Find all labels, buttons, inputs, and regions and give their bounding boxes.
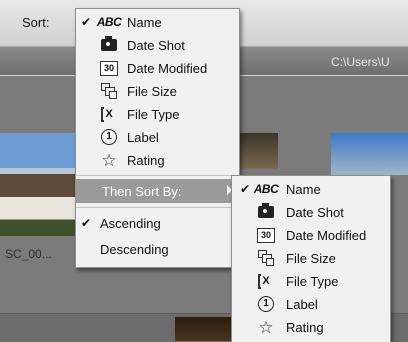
ascending-item[interactable]: ✔ Ascending: [76, 212, 239, 235]
then-sort-by-name-item[interactable]: ✔ ABC Name: [232, 178, 390, 201]
then-sort-by-label-item[interactable]: 1 Label: [232, 293, 390, 316]
calendar-icon: 30: [100, 59, 118, 77]
menu-item-label: Name: [286, 182, 321, 197]
thumbnail-image[interactable]: [238, 133, 278, 169]
calendar-icon: 30: [257, 226, 275, 244]
label-icon: 1: [100, 128, 118, 146]
label-icon: 1: [257, 295, 275, 313]
camera-icon: [100, 36, 118, 54]
file-size-icon: [257, 249, 275, 267]
sort-label[interactable]: Sort:: [22, 15, 49, 30]
file-size-icon: [100, 82, 118, 100]
descending-item[interactable]: Descending: [76, 238, 239, 261]
menu-item-label: Then Sort By:: [102, 184, 182, 199]
thumbnail-filename: SC_00...: [5, 247, 52, 261]
sort-by-rating-item[interactable]: ☆ Rating: [76, 149, 239, 172]
menu-item-label: Date Modified: [286, 228, 367, 243]
menu-item-label: File Size: [127, 84, 177, 99]
menu-item-label: Name: [127, 15, 162, 30]
file-type-icon: X: [257, 272, 275, 290]
then-sort-by-date-modified-item[interactable]: 30 Date Modified: [232, 224, 390, 247]
abc-icon: ABC: [96, 15, 122, 29]
check-icon: ✔: [81, 216, 92, 230]
then-sort-by-date-shot-item[interactable]: Date Shot: [232, 201, 390, 224]
menu-item-label: Rating: [286, 320, 324, 335]
then-sort-by-rating-item[interactable]: ☆ Rating: [232, 316, 390, 339]
then-sort-by-file-type-item[interactable]: X File Type: [232, 270, 390, 293]
path-text[interactable]: C:\Users\U: [331, 55, 390, 69]
thumbnail-image[interactable]: [331, 133, 408, 175]
then-sort-by-submenu: ✔ ABC Name Date Shot 30 Date Modified Fi…: [231, 175, 391, 342]
menu-separator: [76, 175, 239, 176]
then-sort-by-file-size-item[interactable]: File Size: [232, 247, 390, 270]
star-icon: ☆: [101, 150, 117, 170]
menu-item-label: Descending: [100, 242, 169, 257]
menu-separator: [76, 207, 239, 208]
menu-item-label: File Type: [127, 107, 180, 122]
sort-by-date-shot-item[interactable]: Date Shot: [76, 34, 239, 57]
check-icon: ✔: [81, 15, 92, 29]
menu-item-label: File Size: [286, 251, 336, 266]
file-type-icon: X: [100, 105, 118, 123]
camera-icon: [257, 203, 275, 221]
menu-item-label: Label: [127, 130, 159, 145]
thumbnail-image[interactable]: [175, 317, 233, 341]
menu-item-label: Rating: [127, 153, 165, 168]
sort-by-label-item[interactable]: 1 Label: [76, 126, 239, 149]
sort-menu: ✔ ABC Name Date Shot 30 Date Modified Fi…: [75, 8, 240, 268]
check-icon: ✔: [240, 182, 251, 196]
menu-item-label: Ascending: [100, 216, 161, 231]
abc-icon: ABC: [253, 182, 279, 196]
thumbnail-image[interactable]: [0, 133, 76, 236]
star-icon: ☆: [258, 317, 274, 337]
menu-item-label: Date Shot: [286, 205, 344, 220]
menu-item-label: Label: [286, 297, 318, 312]
sort-by-date-modified-item[interactable]: 30 Date Modified: [76, 57, 239, 80]
sort-by-file-type-item[interactable]: X File Type: [76, 103, 239, 126]
sort-by-name-item[interactable]: ✔ ABC Name: [76, 11, 239, 34]
menu-item-label: File Type: [286, 274, 339, 289]
menu-item-label: Date Shot: [127, 38, 185, 53]
then-sort-by-item[interactable]: Then Sort By:: [76, 179, 239, 203]
menu-item-label: Date Modified: [127, 61, 208, 76]
sort-by-file-size-item[interactable]: File Size: [76, 80, 239, 103]
